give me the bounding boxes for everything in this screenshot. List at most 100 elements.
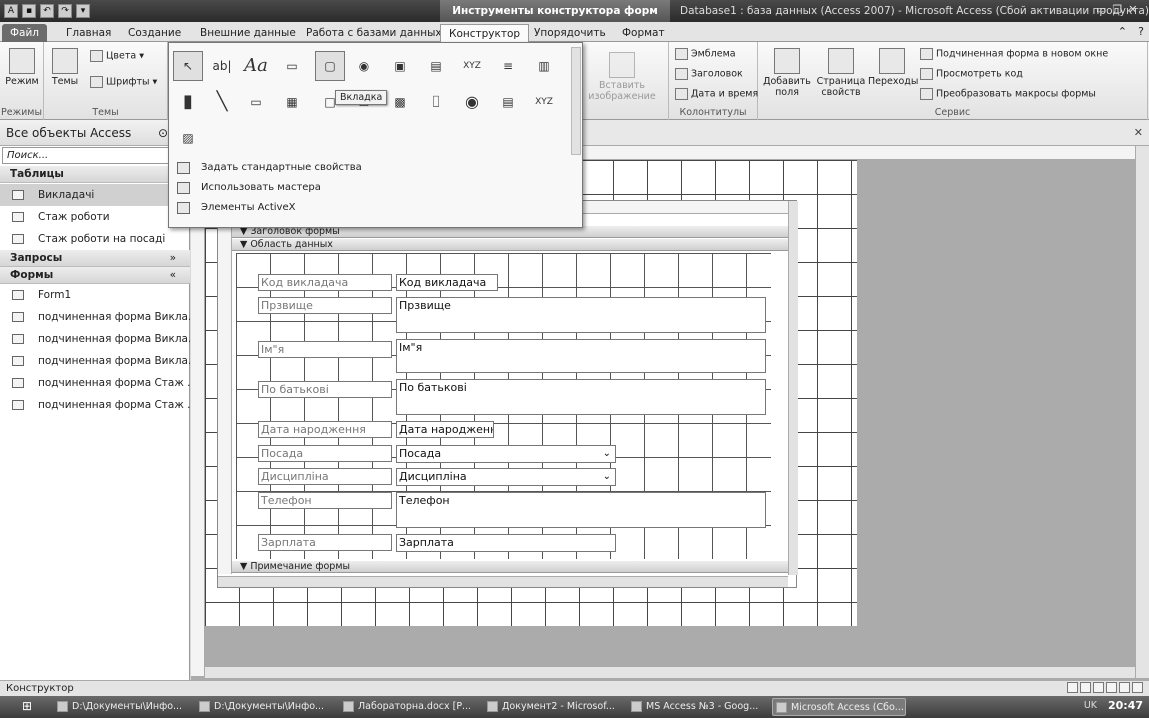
label-control[interactable]: Посада xyxy=(258,445,392,462)
clock[interactable]: 20:47 xyxy=(1108,699,1143,712)
list-box-control-icon[interactable]: ▦ xyxy=(277,87,307,117)
horizontal-scrollbar[interactable] xyxy=(205,666,1135,678)
line-control-icon[interactable]: ╲ xyxy=(207,87,237,117)
tab-format[interactable]: Формат xyxy=(614,24,673,42)
view-button[interactable]: Режим xyxy=(4,48,40,87)
label-control-icon[interactable]: Aa xyxy=(241,51,271,81)
add-fields-button[interactable]: Добавить поля xyxy=(762,48,812,98)
chart-control-icon[interactable]: ▮ xyxy=(173,87,203,117)
textbox-control-icon[interactable]: ab| xyxy=(207,51,237,81)
logo-button[interactable]: Эмблема xyxy=(675,48,736,60)
form-view-icon[interactable] xyxy=(1067,682,1078,693)
label-control[interactable]: Прзвище xyxy=(258,297,392,314)
tab-design[interactable]: Конструктор xyxy=(440,24,530,42)
navigation-control-icon[interactable]: ▤ xyxy=(421,51,451,81)
nav-header[interactable]: Все объекты Access ⊙ xyxy=(0,120,190,146)
tab-home[interactable]: Главная xyxy=(58,24,119,42)
page-break-icon[interactable]: ≡ xyxy=(493,51,523,81)
nav-item-form[interactable]: подчиненная форма Викла... xyxy=(0,328,190,350)
start-icon[interactable]: ⊞ xyxy=(22,699,32,713)
collapse-icon[interactable]: « xyxy=(170,267,176,283)
nav-item-form[interactable]: Form1 xyxy=(0,284,190,306)
label-control[interactable]: Ім"я xyxy=(258,341,392,358)
form-footer-band[interactable]: ▼ Примечание формы xyxy=(232,561,788,573)
datetime-button[interactable]: Дата и время xyxy=(675,88,758,100)
nav-item-form[interactable]: подчиненная форма Викла... xyxy=(0,306,190,328)
set-default-properties-item[interactable]: Задать стандартные свойства xyxy=(175,159,362,177)
nav-item-form[interactable]: подчиненная форма Викла... xyxy=(0,350,190,372)
customize-qat-icon[interactable]: ▾ xyxy=(76,4,90,18)
label-control[interactable]: Код викладача xyxy=(258,274,392,291)
colors-button[interactable]: Цвета ▾ xyxy=(90,50,144,62)
attachment-control-icon[interactable]: ⌷ xyxy=(421,87,451,117)
property-sheet-button[interactable]: Страница свойств xyxy=(814,48,868,98)
tab-file[interactable]: Файл xyxy=(2,24,48,42)
convert-macros-button[interactable]: Преобразовать макросы формы xyxy=(920,88,1096,100)
combo-box[interactable]: Дисципліна ⌄ xyxy=(396,468,616,486)
web-browser-control-icon[interactable]: ▣ xyxy=(385,51,415,81)
redo-icon[interactable]: ↷ xyxy=(58,4,72,18)
label-control[interactable]: Телефон xyxy=(258,492,392,509)
subform-control-icon[interactable]: ▤ xyxy=(493,87,523,117)
view-code-button[interactable]: Просмотреть код xyxy=(920,68,1023,80)
gallery-scrollbar[interactable] xyxy=(571,47,581,155)
text-field[interactable]: Код викладача xyxy=(396,274,498,291)
layout-view-icon[interactable] xyxy=(1119,682,1130,693)
pivot-chart-icon[interactable] xyxy=(1106,682,1117,693)
chevron-down-icon[interactable]: ⌄ xyxy=(603,469,611,484)
tab-control-icon[interactable]: ▢ xyxy=(315,51,345,81)
text-field[interactable]: Прзвище xyxy=(396,297,766,333)
ribbon-minimize-icon[interactable]: ⌃ xyxy=(1118,25,1127,38)
nav-item-form[interactable]: подчиненная форма Стаж ... xyxy=(0,372,190,394)
subform-vertical-scrollbar[interactable] xyxy=(788,201,798,575)
nav-item-table[interactable]: Стаж роботи на посаді xyxy=(0,228,190,250)
activex-controls-item[interactable]: Элементы ActiveX xyxy=(175,199,295,217)
nav-item-table[interactable]: Викладачі xyxy=(0,184,190,206)
help-icon[interactable]: ? xyxy=(1138,25,1144,38)
expand-icon[interactable]: » xyxy=(170,250,176,266)
pivot-table-icon[interactable] xyxy=(1093,682,1104,693)
tab-arrange[interactable]: Упорядочить xyxy=(526,24,614,42)
subform-horizontal-scrollbar[interactable] xyxy=(218,576,788,587)
design-view-icon[interactable] xyxy=(1132,682,1143,693)
unbound-object-icon[interactable]: ▩ xyxy=(385,87,415,117)
fonts-button[interactable]: Шрифты ▾ xyxy=(90,76,157,88)
insert-image-button[interactable]: Вставить изображение xyxy=(584,52,660,102)
image-control-icon[interactable]: ▨ xyxy=(173,123,203,153)
toggle-button-icon[interactable]: ▭ xyxy=(241,87,271,117)
detail-band[interactable]: ▼ Область данных xyxy=(232,239,788,251)
option-button-icon[interactable]: ◉ xyxy=(457,87,487,117)
nav-item-form[interactable]: подчиненная форма Стаж ... xyxy=(0,394,190,416)
close-document-icon[interactable]: ✕ xyxy=(1134,126,1143,139)
chevron-down-icon[interactable]: ⌄ xyxy=(603,446,611,461)
datasheet-view-icon[interactable] xyxy=(1080,682,1091,693)
nav-section-tables[interactable]: Таблицы« xyxy=(0,166,190,183)
undo-icon[interactable]: ↶ xyxy=(40,4,54,18)
use-wizards-item[interactable]: Использовать мастера xyxy=(175,179,321,197)
taskbar-item[interactable]: D:\Документы\Инфо... xyxy=(54,698,182,716)
save-icon[interactable]: ▪ xyxy=(22,4,36,18)
label-control[interactable]: Зарплата xyxy=(258,534,392,551)
button-control-icon[interactable]: ▭ xyxy=(277,51,307,81)
taskbar-item[interactable]: D:\Документы\Инфо... xyxy=(196,698,324,716)
hyperlink-control-icon[interactable]: ◉ xyxy=(349,51,379,81)
option-group-icon[interactable]: XYZ xyxy=(457,51,487,81)
label-control[interactable]: Дата народження xyxy=(258,421,392,438)
tab-database-tools[interactable]: Работа с базами данных xyxy=(298,24,450,42)
close-icon[interactable]: ✕ xyxy=(1128,3,1137,16)
text-field[interactable]: Дата народженн xyxy=(396,421,494,438)
combo-box[interactable]: Посада ⌄ xyxy=(396,445,616,463)
nav-section-forms[interactable]: Формы « xyxy=(0,267,190,284)
taskbar-item-active[interactable]: Microsoft Access (Сбо... xyxy=(772,698,906,716)
nav-search-input[interactable]: Поиск... xyxy=(2,147,187,164)
nav-section-queries[interactable]: Запросы » xyxy=(0,250,190,267)
text-field[interactable]: Ім"я xyxy=(396,339,766,373)
tab-external-data[interactable]: Внешние данные xyxy=(192,24,304,42)
bound-object-icon[interactable]: XYZ xyxy=(529,87,559,117)
combo-box-control-icon[interactable]: ▥ xyxy=(529,51,559,81)
restore-icon[interactable]: ❐ xyxy=(1112,3,1122,16)
nav-menu-icon[interactable]: ⊙ xyxy=(158,120,168,146)
select-pointer-icon[interactable]: ↖ xyxy=(173,51,203,81)
tab-create[interactable]: Создание xyxy=(120,24,189,42)
text-field[interactable]: Зарплата xyxy=(396,534,616,552)
